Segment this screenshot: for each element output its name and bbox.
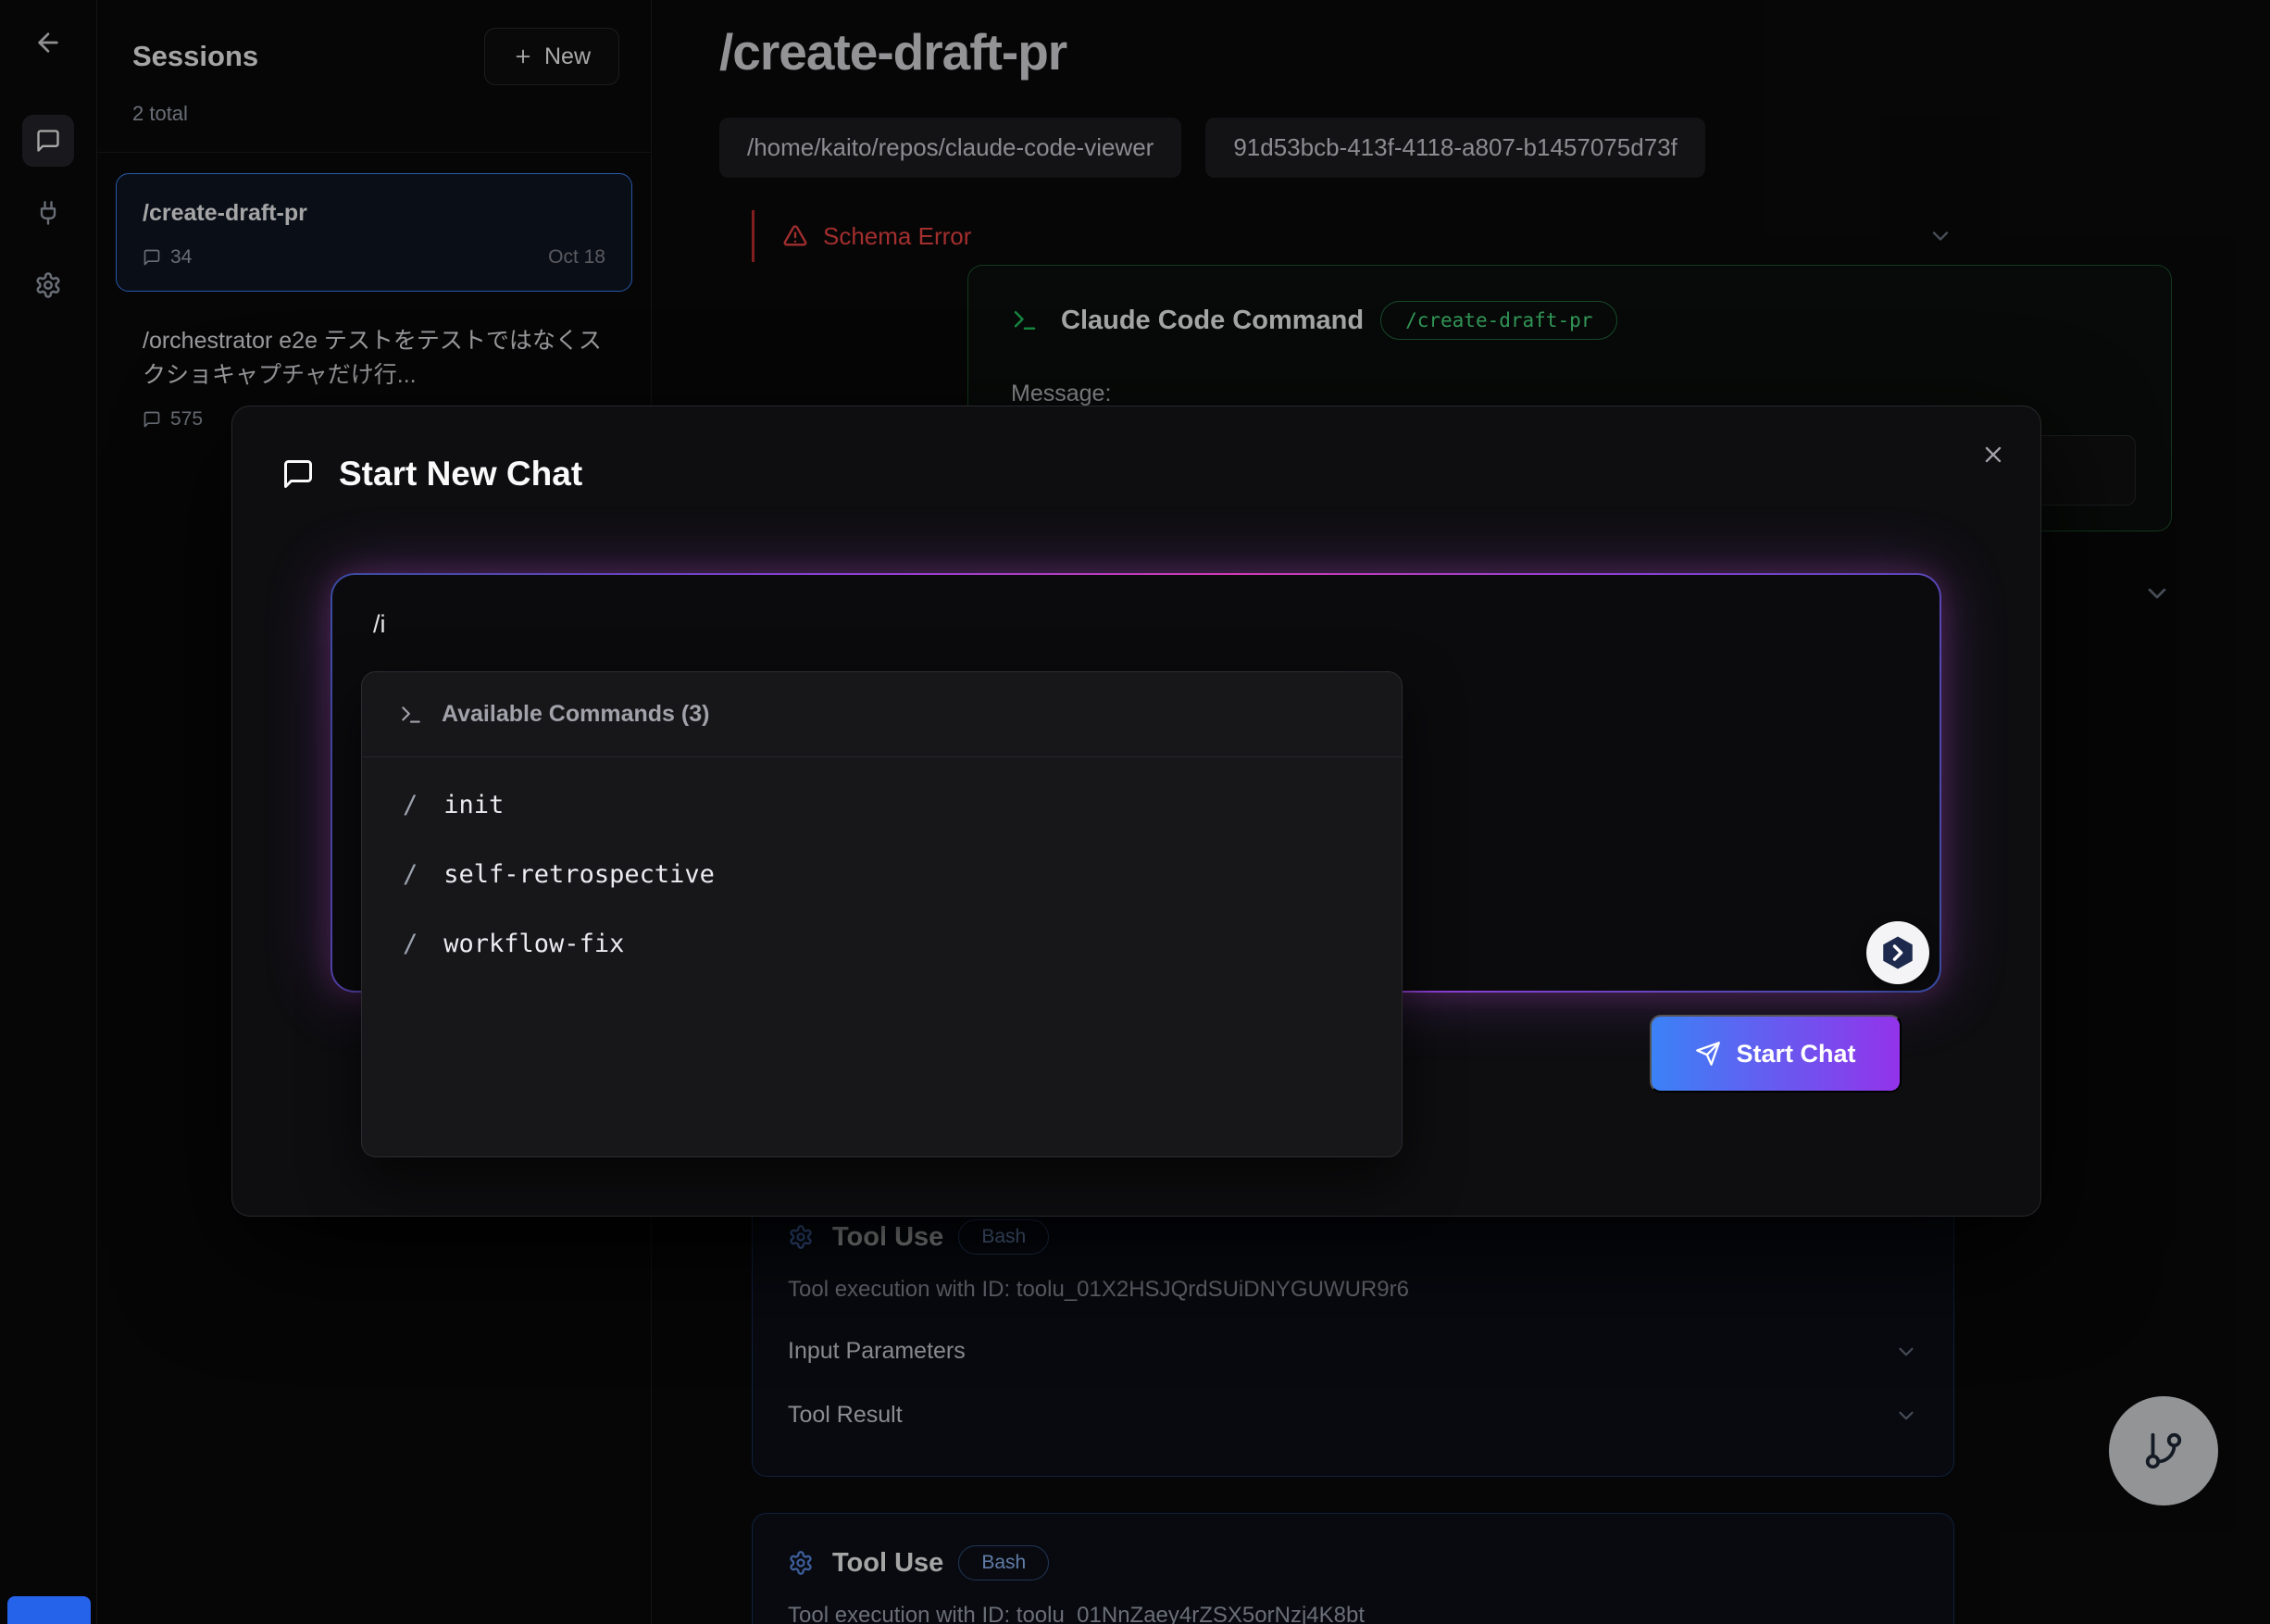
command-name: workflow-fix bbox=[443, 930, 624, 958]
hexagon-send-icon bbox=[1878, 933, 1917, 972]
start-chat-button[interactable]: Start Chat bbox=[1650, 1015, 1902, 1093]
available-commands-label: Available Commands (3) bbox=[442, 701, 709, 728]
command-list: / init / self-retrospective / workflow-f… bbox=[362, 757, 1402, 992]
command-prefix: / bbox=[403, 791, 418, 819]
start-chat-label: Start Chat bbox=[1736, 1040, 1855, 1068]
command-name: init bbox=[443, 791, 504, 819]
message-square-icon bbox=[281, 457, 315, 491]
input-submit-button[interactable] bbox=[1866, 921, 1929, 984]
dev-indicator-badge[interactable] bbox=[7, 1596, 91, 1624]
terminal-icon bbox=[399, 703, 423, 727]
command-item-workflow-fix[interactable]: / workflow-fix bbox=[362, 909, 1402, 979]
modal-header: Start New Chat bbox=[281, 455, 582, 493]
close-modal-button[interactable] bbox=[1967, 429, 2019, 481]
command-item-init[interactable]: / init bbox=[362, 770, 1402, 840]
command-suggestions-dropdown: Available Commands (3) / init / self-ret… bbox=[361, 671, 1403, 1157]
command-prefix: / bbox=[403, 860, 418, 889]
start-new-chat-modal: Start New Chat /i Available Commands (3) bbox=[231, 406, 2041, 1217]
command-prefix: / bbox=[403, 930, 418, 958]
dropdown-header: Available Commands (3) bbox=[362, 672, 1402, 757]
modal-title: Start New Chat bbox=[339, 455, 582, 493]
command-item-self-retrospective[interactable]: / self-retrospective bbox=[362, 840, 1402, 909]
send-icon bbox=[1695, 1041, 1721, 1067]
command-name: self-retrospective bbox=[443, 860, 715, 889]
app-root: Sessions New 2 total /create-draft-pr bbox=[0, 0, 2270, 1624]
close-icon bbox=[1980, 442, 2006, 468]
